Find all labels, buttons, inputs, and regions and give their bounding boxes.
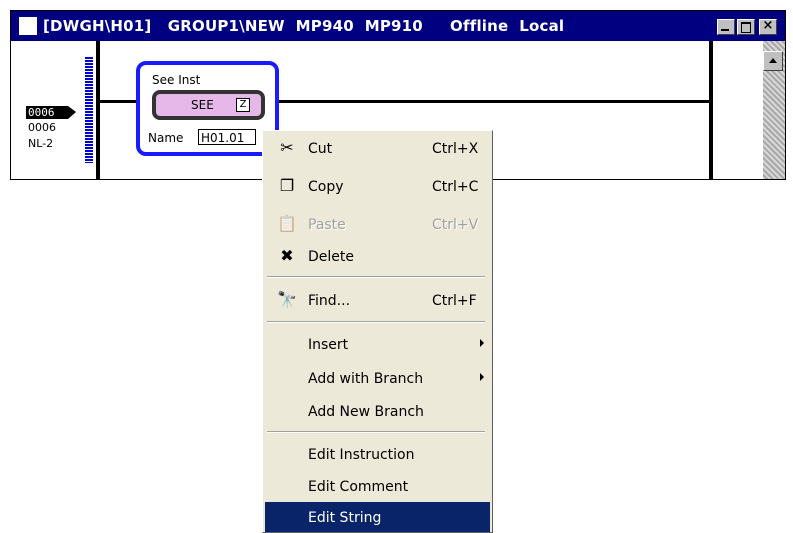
address-column: 0006 0006 NL-2 — [11, 41, 95, 179]
menu-item-add-with-branch[interactable]: Add with Branch — [265, 363, 490, 393]
menu-item-label: Insert — [308, 337, 349, 353]
menu-item-find[interactable]: 🔭 Find... Ctrl+F — [265, 285, 490, 315]
delete-x-icon: ✖ — [280, 246, 294, 265]
left-power-rail — [96, 41, 100, 179]
name-label: Name — [148, 131, 184, 145]
network-label: NL-2 — [28, 137, 54, 150]
menu-item-label: Cut — [308, 141, 333, 157]
menu-item-paste[interactable]: 📋 Paste Ctrl+V — [265, 209, 490, 239]
menu-item-cut[interactable]: ✂ Cut Ctrl+X — [265, 133, 490, 163]
scissors-icon: ✂ — [280, 138, 294, 157]
address-tag[interactable]: 0006 — [26, 106, 76, 119]
menu-item-add-new-branch[interactable]: Add New Branch — [265, 396, 490, 426]
menu-item-delete[interactable]: ✖ Delete — [265, 241, 490, 271]
instruction-glyph-icon: Z — [236, 98, 250, 112]
menu-item-label: Delete — [308, 249, 354, 265]
window-icon — [19, 17, 37, 35]
menu-item-edit-instruction[interactable]: Edit Instruction — [265, 439, 490, 469]
close-button[interactable]: × — [759, 18, 777, 35]
menu-item-label: Edit Instruction — [308, 447, 415, 463]
menu-item-label: Edit String — [308, 510, 382, 526]
instruction-mnemonic: SEE — [191, 98, 214, 112]
menu-item-label: Copy — [308, 179, 344, 195]
paste-icon: 📋 — [277, 214, 297, 233]
minimize-button[interactable] — [717, 19, 735, 35]
title-bar[interactable]: [DWGH\H01] GROUP1\NEW MP940 MP910 Offlin… — [11, 11, 785, 41]
menu-item-shortcut: Ctrl+X — [432, 141, 479, 157]
context-menu: ✂ Cut Ctrl+X ❐ Copy Ctrl+C 📋 Paste Ctrl+… — [262, 130, 493, 533]
submenu-arrow-icon — [480, 339, 484, 347]
address-label: 0006 — [28, 121, 56, 134]
menu-item-label: Add with Branch — [308, 371, 424, 387]
instruction-title: See Inst — [152, 73, 201, 87]
submenu-arrow-icon — [480, 373, 484, 381]
rung-marker — [85, 57, 93, 163]
menu-item-label: Paste — [308, 217, 346, 233]
menu-item-edit-string[interactable]: Edit String — [265, 502, 490, 532]
menu-separator — [267, 321, 485, 323]
window-title: [DWGH\H01] GROUP1\NEW MP940 MP910 Offlin… — [43, 17, 565, 35]
binoculars-icon: 🔭 — [277, 290, 297, 309]
menu-separator — [267, 276, 485, 278]
menu-item-label: Find... — [308, 293, 351, 309]
menu-item-label: Edit Comment — [308, 479, 409, 495]
menu-item-label: Add New Branch — [308, 404, 424, 420]
menu-item-copy[interactable]: ❐ Copy Ctrl+C — [265, 171, 490, 201]
menu-item-insert[interactable]: Insert — [265, 329, 490, 359]
maximize-button[interactable] — [737, 19, 755, 35]
menu-separator — [267, 431, 485, 433]
close-icon: × — [762, 18, 774, 33]
see-instruction-block[interactable]: See Inst SEE Z Name H01.01 — [136, 61, 279, 156]
scroll-up-button[interactable] — [763, 51, 783, 71]
menu-item-edit-comment[interactable]: Edit Comment — [265, 471, 490, 501]
right-power-rail — [709, 41, 713, 179]
instruction-mnemonic-box[interactable]: SEE Z — [152, 90, 265, 120]
copy-icon: ❐ — [279, 176, 295, 195]
menu-item-shortcut: Ctrl+V — [432, 217, 479, 233]
menu-item-shortcut: Ctrl+C — [432, 179, 479, 195]
name-field[interactable]: H01.01 — [198, 129, 256, 145]
menu-item-shortcut: Ctrl+F — [432, 293, 477, 309]
